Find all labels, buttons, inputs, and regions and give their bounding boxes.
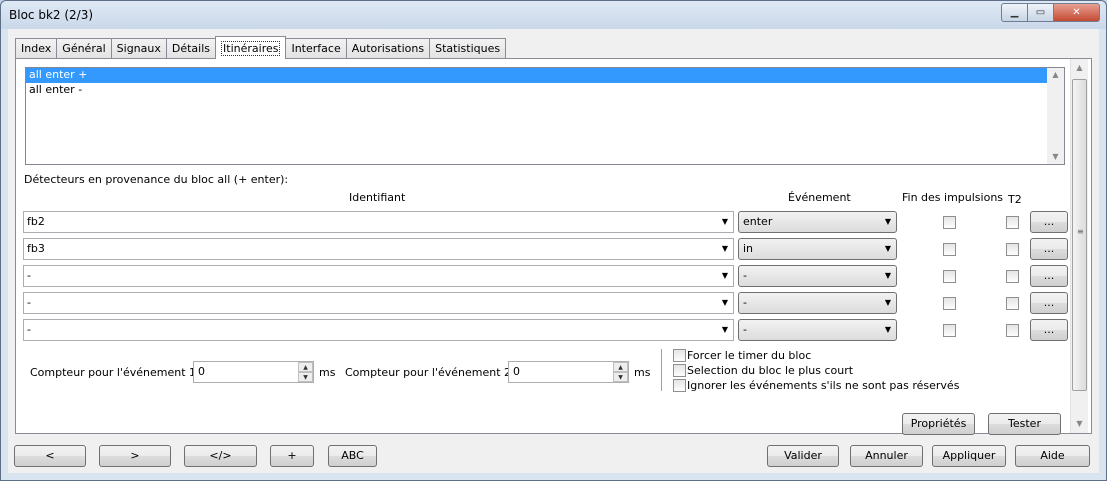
dropdown-arrow-icon: ▼ xyxy=(884,271,891,280)
row-options-button-5[interactable]: ... xyxy=(1030,319,1068,341)
t2-checkbox-1[interactable] xyxy=(1006,216,1019,229)
row-options-button-3[interactable]: ... xyxy=(1030,265,1068,287)
row-options-button-4[interactable]: ... xyxy=(1030,292,1068,314)
column-fin-impulsions: Fin des impulsions xyxy=(902,191,1004,204)
tab-itineraires[interactable]: Itinéraires xyxy=(215,36,287,59)
option-checkbox-ignorer[interactable] xyxy=(673,379,686,392)
code-button[interactable]: </> xyxy=(184,445,257,467)
tab-interface[interactable]: Interface xyxy=(285,38,347,58)
close-icon[interactable]: ✕ xyxy=(1053,3,1100,22)
counter-2-input[interactable]: 0 ▲ ▼ xyxy=(508,361,629,383)
next-button[interactable]: > xyxy=(99,445,171,467)
spin-down-icon[interactable]: ▼ xyxy=(613,372,628,382)
tab-autorisations[interactable]: Autorisations xyxy=(345,38,431,58)
row-options-button-1[interactable]: ... xyxy=(1030,211,1068,233)
event-select-1[interactable]: enter ▼ xyxy=(738,211,897,233)
dropdown-arrow-icon: ▼ xyxy=(884,217,891,226)
panel-scrollbar[interactable]: ▲ ≡ ▼ xyxy=(1070,59,1088,433)
counter-1-input[interactable]: 0 ▲ ▼ xyxy=(193,361,314,383)
dropdown-arrow-icon: ▼ xyxy=(721,298,728,307)
option-checkbox-force-timer[interactable] xyxy=(673,349,686,362)
scroll-down-icon[interactable]: ▼ xyxy=(1047,150,1064,164)
previous-button[interactable]: < xyxy=(14,445,86,467)
event-select-5[interactable]: - ▼ xyxy=(738,319,897,341)
tester-button[interactable]: Tester xyxy=(988,413,1061,435)
option-label-plus-court: Selection du bloc le plus court xyxy=(687,364,854,377)
scroll-up-icon[interactable]: ▲ xyxy=(1071,61,1088,75)
tab-details[interactable]: Détails xyxy=(165,38,217,58)
proprietes-button[interactable]: Propriétés xyxy=(902,413,975,435)
valider-button[interactable]: Valider xyxy=(767,445,839,467)
identifiant-combo-2[interactable]: fb3 ▼ xyxy=(23,238,734,260)
dropdown-arrow-icon: ▼ xyxy=(721,217,728,226)
scroll-thumb[interactable]: ≡ xyxy=(1072,79,1087,391)
event-select-4[interactable]: - ▼ xyxy=(738,292,897,314)
list-item[interactable]: all enter + xyxy=(26,68,1048,83)
add-button[interactable]: + xyxy=(270,445,314,467)
spin-down-icon[interactable]: ▼ xyxy=(298,372,313,382)
spin-up-icon[interactable]: ▲ xyxy=(613,362,628,372)
spin-up-icon[interactable]: ▲ xyxy=(298,362,313,372)
minimize-icon[interactable]: ▁ xyxy=(1001,3,1028,22)
row-options-button-2[interactable]: ... xyxy=(1030,238,1068,260)
column-identifiant: Identifiant xyxy=(349,191,406,204)
fin-checkbox-5[interactable] xyxy=(943,324,956,337)
t2-checkbox-4[interactable] xyxy=(1006,297,1019,310)
fin-checkbox-4[interactable] xyxy=(943,297,956,310)
identifiant-combo-3[interactable]: - ▼ xyxy=(23,265,734,287)
counter-2-unit: ms xyxy=(634,366,651,379)
fin-checkbox-3[interactable] xyxy=(943,270,956,283)
column-t2: T2 xyxy=(1008,193,1022,206)
scroll-down-icon[interactable]: ▼ xyxy=(1071,417,1088,431)
identifiant-combo-4[interactable]: - ▼ xyxy=(23,292,734,314)
tab-bar: Index Général Signaux Détails Itinéraire… xyxy=(15,36,507,59)
option-label-force-timer: Forcer le timer du bloc xyxy=(687,349,812,362)
identifiant-combo-1[interactable]: fb2 ▼ xyxy=(23,211,734,233)
dropdown-arrow-icon: ▼ xyxy=(884,325,891,334)
annuler-button[interactable]: Annuler xyxy=(850,445,923,467)
fin-checkbox-2[interactable] xyxy=(943,243,956,256)
tab-signaux[interactable]: Signaux xyxy=(110,38,167,58)
title-bar: Bloc bk2 (2/3) ▁ ▭ ✕ xyxy=(1,1,1106,29)
option-checkbox-plus-court[interactable] xyxy=(673,364,686,377)
list-item[interactable]: all enter - xyxy=(26,83,1064,98)
fin-checkbox-1[interactable] xyxy=(943,216,956,229)
dropdown-arrow-icon: ▼ xyxy=(721,325,728,334)
grip-icon: ≡ xyxy=(1077,227,1084,236)
window-title: Bloc bk2 (2/3) xyxy=(9,8,94,22)
list-scrollbar[interactable]: ▲ ▼ xyxy=(1047,68,1064,164)
appliquer-button[interactable]: Appliquer xyxy=(932,445,1006,467)
counter-2-label: Compteur pour l'événement 2 xyxy=(345,366,512,379)
tab-statistiques[interactable]: Statistiques xyxy=(429,38,507,58)
tab-general[interactable]: Général xyxy=(56,38,112,58)
tab-index[interactable]: Index xyxy=(15,38,58,58)
itineraires-panel: all enter + all enter - ▲ ▼ Détecteurs e… xyxy=(15,58,1092,435)
scroll-up-icon[interactable]: ▲ xyxy=(1047,68,1064,82)
counter-1-label: Compteur pour l'événement 1 xyxy=(30,366,197,379)
option-label-ignorer: Ignorer les événements s'ils ne sont pas… xyxy=(687,379,960,392)
detectors-caption: Détecteurs en provenance du bloc all (+ … xyxy=(24,173,289,186)
event-select-2[interactable]: in ▼ xyxy=(738,238,897,260)
t2-checkbox-5[interactable] xyxy=(1006,324,1019,337)
event-select-3[interactable]: - ▼ xyxy=(738,265,897,287)
dropdown-arrow-icon: ▼ xyxy=(721,244,728,253)
dialog-client: Index Général Signaux Détails Itinéraire… xyxy=(8,29,1099,473)
aide-button[interactable]: Aide xyxy=(1015,445,1090,467)
dropdown-arrow-icon: ▼ xyxy=(721,271,728,280)
separator xyxy=(661,349,662,391)
t2-checkbox-3[interactable] xyxy=(1006,270,1019,283)
identifiant-combo-5[interactable]: - ▼ xyxy=(23,319,734,341)
dropdown-arrow-icon: ▼ xyxy=(884,298,891,307)
maximize-icon[interactable]: ▭ xyxy=(1027,3,1054,22)
t2-checkbox-2[interactable] xyxy=(1006,243,1019,256)
abc-button[interactable]: ABC xyxy=(328,445,377,467)
dropdown-arrow-icon: ▼ xyxy=(884,244,891,253)
column-evenement: Événement xyxy=(788,191,851,204)
counter-1-unit: ms xyxy=(319,366,336,379)
route-list[interactable]: all enter + all enter - ▲ ▼ xyxy=(25,67,1065,165)
